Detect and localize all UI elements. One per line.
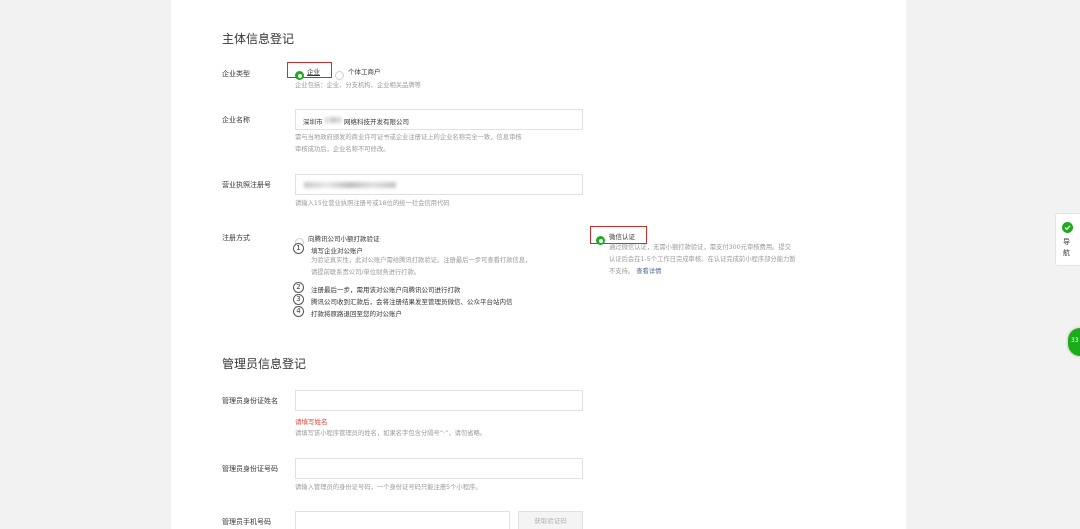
side-nav-label-1: 导 <box>1063 238 1070 246</box>
company-name-label: 企业名称 <box>222 116 250 124</box>
floating-badge[interactable]: 33 <box>1068 328 1080 356</box>
admin-name-label: 管理员身份证姓名 <box>222 397 278 405</box>
company-name-hint-1: 需与当地政府颁发的商业许可证书或企业注册证上的企业名称完全一致，信息审核 <box>295 134 522 141</box>
license-input[interactable] <box>295 174 583 195</box>
company-name-value-suffix: 网络科技开发有限公司 <box>344 118 409 126</box>
radio-wechat[interactable] <box>596 230 605 249</box>
company-type-hint: 企业包括：企业、分支机构、企业相关品牌等 <box>295 82 421 89</box>
step-number-2: 2 <box>293 282 304 293</box>
step-text-1: 填写企业对公账户 <box>311 247 363 255</box>
form-card: 主体信息登记 企业类型 企业 个体工商户 企业包括：企业、分支机构、企业相关品牌… <box>171 0 906 529</box>
step1-hint-1: 为验证真实性，此对公账户需给腾讯打款验证。注册最后一步可查看打款信息， <box>311 257 532 264</box>
admin-id-hint: 请输入管理员的身份证号码，一个身份证号码只能注册5个小程序。 <box>295 484 482 491</box>
admin-id-label: 管理员身份证号码 <box>222 465 278 473</box>
company-name-hint-2: 审核成功后，企业名称不可修改。 <box>295 146 390 153</box>
wechat-hint-2: 认证后会在1-5个工作日完成审核。在认证完成前小程序部分能力暂 <box>609 256 796 263</box>
option-individual-label[interactable]: 个体工商户 <box>348 66 381 76</box>
side-nav-label-2: 航 <box>1063 249 1070 257</box>
section-title-main: 主体信息登记 <box>222 32 295 46</box>
step1-hint-2: 请提前联系贵公司/单位财务进行打款。 <box>311 269 421 276</box>
license-hint: 请输入15位营业执照注册号或18位的统一社会信用代码 <box>295 200 450 207</box>
step-number-3: 3 <box>293 294 304 305</box>
admin-name-error: 请填写姓名 <box>295 418 328 426</box>
admin-name-input[interactable] <box>295 390 583 411</box>
wechat-hint-3: 不支持。 查看详情 <box>609 267 661 277</box>
company-name-value-prefix: 深圳市 <box>303 118 323 126</box>
section-title-admin: 管理员信息登记 <box>222 357 307 371</box>
option-transfer-label[interactable]: 向腾讯公司小额打款验证 <box>308 233 380 243</box>
step-number-1: 1 <box>293 243 304 254</box>
wechat-details-link[interactable]: 查看详情 <box>636 268 661 275</box>
license-label: 营业执照注册号 <box>222 181 271 189</box>
step-number-4: 4 <box>293 306 304 317</box>
redacted-text <box>304 182 396 188</box>
registration-label: 注册方式 <box>222 234 250 242</box>
option-enterprise-label[interactable]: 企业 <box>307 66 320 76</box>
option-wechat-label[interactable]: 微信认证 <box>609 231 635 241</box>
admin-phone-input[interactable] <box>295 511 510 529</box>
radio-unchecked-icon <box>335 71 344 80</box>
step-text-2: 注册最后一步，需用该对公账户向腾讯公司进行打款 <box>311 286 461 294</box>
step-text-3: 腾讯公司收到汇款后，会将注册结果发至管理员微信、公众平台站内信 <box>311 298 513 306</box>
company-name-input[interactable]: 深圳市 网络科技开发有限公司 <box>295 109 583 130</box>
get-code-button[interactable]: 获取验证码 <box>518 511 583 529</box>
admin-name-hint: 请填写该小程序管理员的姓名，如果名字包含分隔号“·”，请勿省略。 <box>295 430 487 437</box>
redacted-text <box>325 117 341 123</box>
wechat-hint-1: 通过微信认证，无需小额打款验证，需支付300元审核费用。提交 <box>609 244 792 251</box>
step-text-4: 打款将原路退回至您的对公账户 <box>311 310 402 318</box>
admin-phone-label: 管理员手机号码 <box>222 518 271 526</box>
wechat-hint-3-text: 不支持。 <box>609 268 635 275</box>
company-type-label: 企业类型 <box>222 70 250 78</box>
check-circle-icon <box>1062 222 1073 233</box>
floating-badge-text: 33 <box>1071 337 1079 344</box>
admin-id-input[interactable] <box>295 458 583 479</box>
radio-checked-icon <box>295 71 304 80</box>
radio-checked-icon <box>596 236 605 245</box>
side-nav-widget[interactable]: 导 航 <box>1055 213 1080 266</box>
